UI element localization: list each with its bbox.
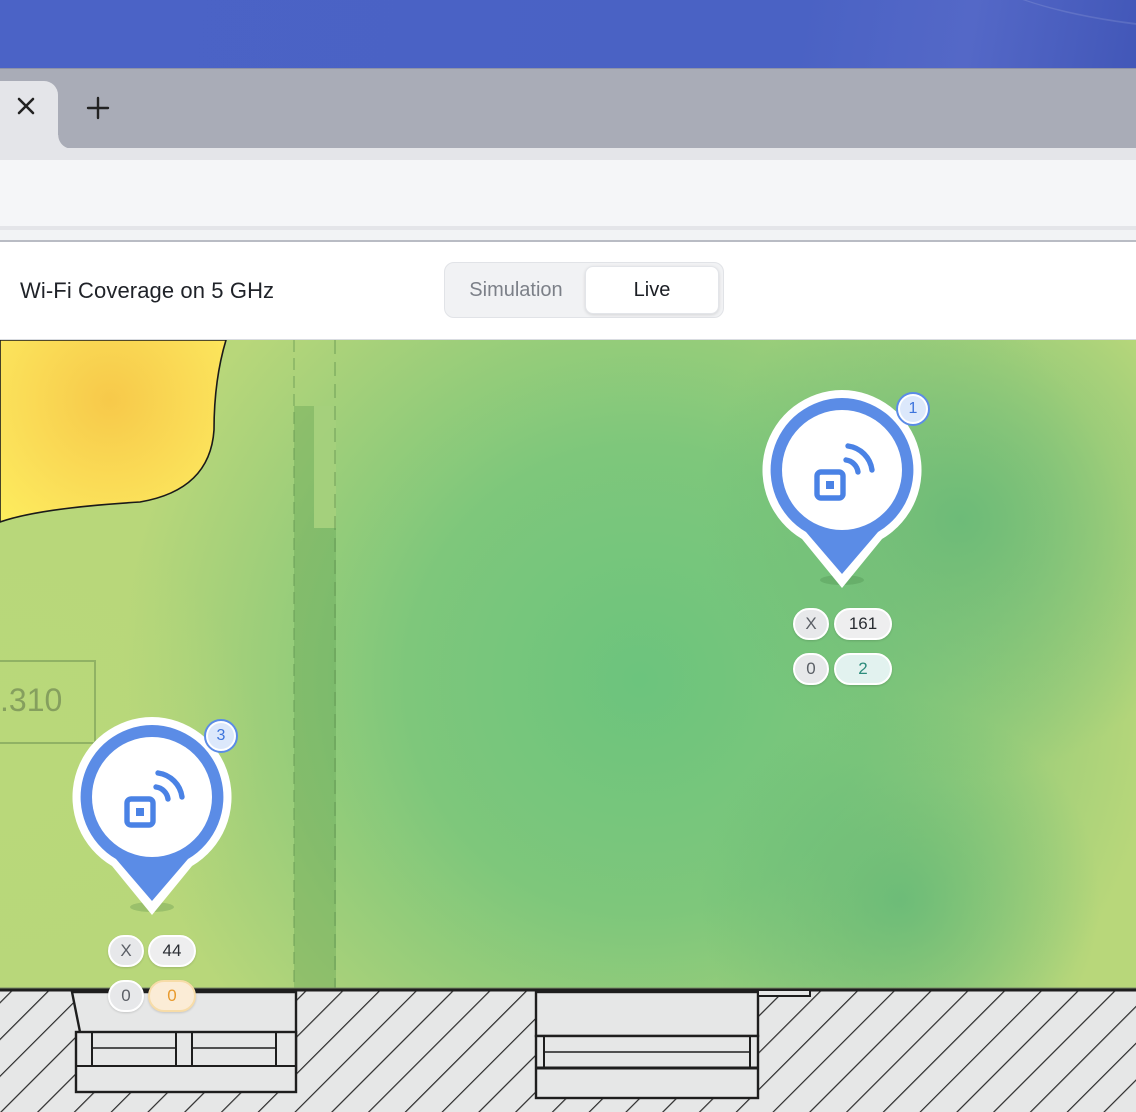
address-bar[interactable] xyxy=(0,160,1136,226)
coverage-header: Wi-Fi Coverage on 5 GHz Simulation Live xyxy=(0,242,1136,340)
stat-key: 0 xyxy=(793,653,829,685)
stat-key: X xyxy=(793,608,829,640)
access-point-3[interactable]: 3 xyxy=(72,717,238,917)
page-title: Wi-Fi Coverage on 5 GHz xyxy=(20,278,275,303)
stat-key: 0 xyxy=(108,980,144,1012)
stat-value: 44 xyxy=(148,935,196,967)
titlebar-gloss xyxy=(936,0,1136,40)
ap-number: 3 xyxy=(208,723,234,749)
ap-number: 1 xyxy=(900,396,926,422)
ap-number-badge: 1 xyxy=(896,392,930,426)
stat-key: X xyxy=(108,935,144,967)
tab-strip xyxy=(0,68,1136,160)
ap-number-badge: 3 xyxy=(204,719,238,753)
mode-toggle: Simulation Live xyxy=(444,262,724,318)
stat-value: 161 xyxy=(834,608,892,640)
close-icon[interactable] xyxy=(12,92,40,120)
live-tab[interactable]: Live xyxy=(585,266,719,314)
room-number: .310 xyxy=(0,682,63,718)
ap-pin xyxy=(762,390,922,588)
simulation-tab[interactable]: Simulation xyxy=(449,266,583,314)
access-point-1[interactable]: 1 xyxy=(762,390,930,590)
plus-icon[interactable] xyxy=(82,92,114,124)
coverage-map[interactable]: .310 1 X 161 0 2 3 X 44 0 0 xyxy=(0,340,1136,1112)
window-titlebar xyxy=(0,0,1136,68)
stat-value: 0 xyxy=(148,980,196,1012)
stat-value: 2 xyxy=(834,653,892,685)
